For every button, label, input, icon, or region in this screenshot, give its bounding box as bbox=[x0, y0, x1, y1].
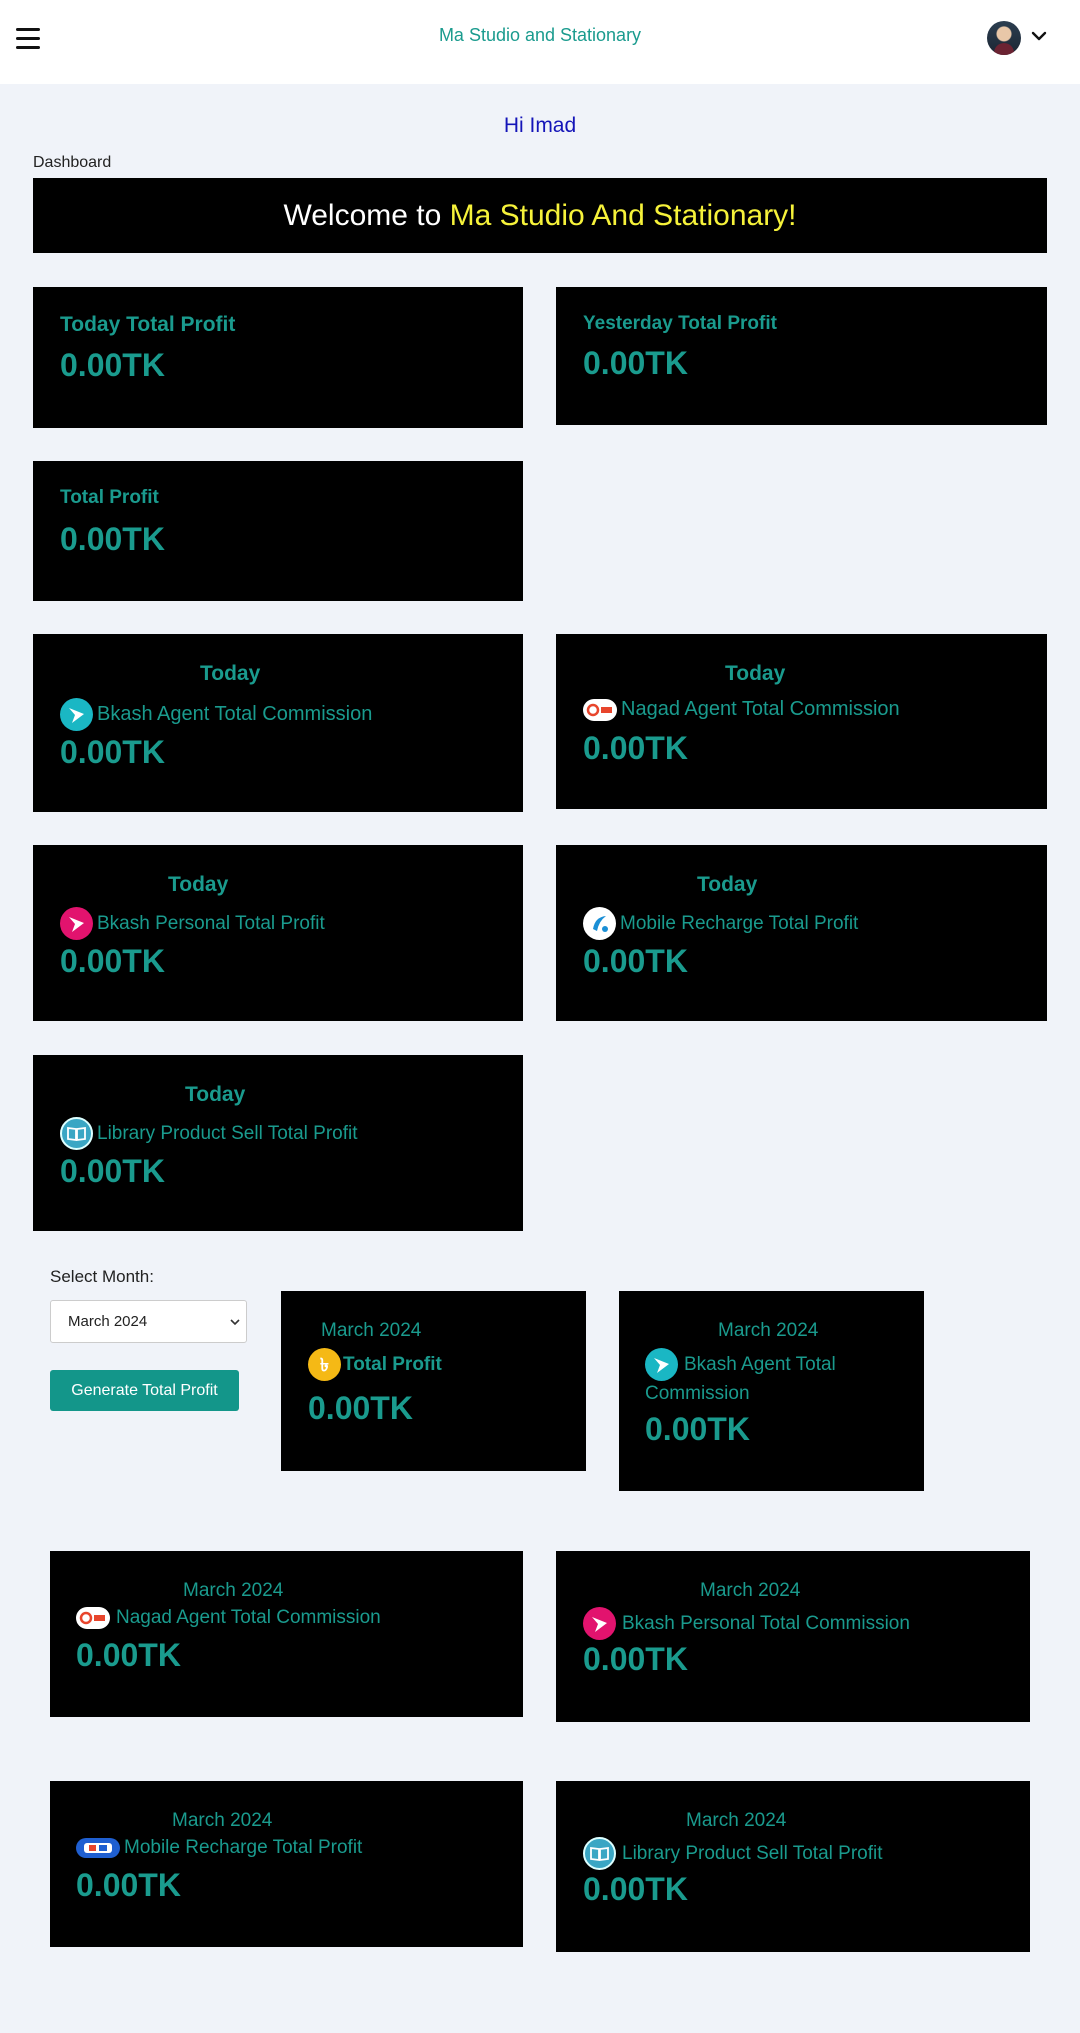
card-period: March 2024 bbox=[718, 1320, 819, 1341]
card-title-line2: Commission bbox=[645, 1383, 750, 1404]
card-value: 0.00TK bbox=[583, 1641, 688, 1677]
today-library-card: Today Library Product Sell Total Profit … bbox=[33, 1055, 523, 1231]
bkash-personal-icon bbox=[60, 907, 93, 940]
card-value: 0.00TK bbox=[583, 1871, 688, 1907]
card-period: March 2024 bbox=[686, 1810, 787, 1831]
today-total-profit-card: Today Total Profit 0.00TK bbox=[33, 287, 523, 428]
today-mobile-recharge-card: Today Mobile Recharge Total Profit 0.00T… bbox=[556, 845, 1047, 1021]
library-book-icon bbox=[583, 1837, 616, 1870]
chevron-down-icon bbox=[230, 1319, 240, 1326]
card-value: 0.00TK bbox=[308, 1390, 413, 1426]
brand-title[interactable]: Ma Studio and Stationary bbox=[0, 25, 1080, 46]
card-title: Nagad Agent Total Commission bbox=[116, 1607, 381, 1628]
user-avatar[interactable] bbox=[987, 21, 1021, 55]
card-value: 0.00TK bbox=[60, 734, 165, 770]
card-period: Today bbox=[168, 873, 229, 896]
card-period: March 2024 bbox=[700, 1580, 801, 1601]
card-period: Today bbox=[200, 662, 261, 685]
card-title: Total Profit bbox=[343, 1353, 442, 1375]
card-period: Today bbox=[697, 873, 758, 896]
month-select[interactable]: March 2024 bbox=[50, 1300, 247, 1343]
chevron-down-icon[interactable] bbox=[1028, 25, 1050, 47]
card-title: Library Product Sell Total Profit bbox=[97, 1122, 358, 1144]
card-title: Mobile Recharge Total Profit bbox=[124, 1837, 363, 1858]
svg-text:৳: ৳ bbox=[320, 1355, 329, 1376]
today-nagad-agent-card: Today Nagad Agent Total Commission 0.00T… bbox=[556, 634, 1047, 809]
welcome-prefix: Welcome to bbox=[283, 199, 450, 232]
card-title: Bkash Personal Total Commission bbox=[622, 1612, 910, 1634]
monthly-total-profit-card: March 2024 ৳ Total Profit 0.00TK bbox=[281, 1291, 586, 1471]
monthly-library-card: March 2024 Library Product Sell Total Pr… bbox=[556, 1781, 1030, 1952]
card-value: 0.00TK bbox=[645, 1411, 750, 1447]
monthly-bkash-agent-card: March 2024 Bkash Agent Total Commission … bbox=[619, 1291, 924, 1491]
card-value: 0.00TK bbox=[60, 1153, 165, 1189]
card-value: 0.00TK bbox=[583, 730, 688, 766]
card-period: March 2024 bbox=[183, 1580, 284, 1601]
card-period: Today bbox=[185, 1083, 246, 1106]
welcome-banner: Welcome to Ma Studio And Stationary! bbox=[33, 178, 1047, 253]
card-title: Today Total Profit bbox=[60, 313, 236, 336]
card-title: Nagad Agent Total Commission bbox=[621, 698, 900, 720]
month-select-value: March 2024 bbox=[68, 1313, 148, 1330]
card-value: 0.00TK bbox=[583, 943, 688, 979]
today-bkash-agent-card: Today Bkash Agent Total Commission 0.00T… bbox=[33, 634, 523, 812]
breadcrumb: Dashboard bbox=[33, 154, 112, 171]
greeting-text: Hi Imad bbox=[503, 114, 577, 137]
nagad-icon bbox=[583, 698, 617, 721]
nagad-icon bbox=[76, 1607, 110, 1629]
taka-coin-icon: ৳ bbox=[308, 1348, 341, 1381]
today-bkash-personal-card: Today Bkash Personal Total Profit 0.00TK bbox=[33, 845, 523, 1021]
card-title: Library Product Sell Total Profit bbox=[622, 1842, 883, 1864]
monthly-mobile-recharge-card: March 2024 Mobile Recharge Total Profit … bbox=[50, 1781, 523, 1947]
card-value: 0.00TK bbox=[76, 1637, 181, 1673]
card-value: 0.00TK bbox=[76, 1867, 181, 1903]
card-title: Mobile Recharge Total Profit bbox=[620, 912, 859, 934]
card-period: March 2024 bbox=[172, 1810, 273, 1831]
card-title: Yesterday Total Profit bbox=[583, 313, 777, 334]
card-value: 0.00TK bbox=[60, 347, 165, 383]
card-value: 0.00TK bbox=[60, 943, 165, 979]
library-book-icon bbox=[60, 1117, 93, 1150]
top-navbar: Ma Studio and Stationary bbox=[0, 0, 1080, 84]
bkash-personal-icon bbox=[583, 1607, 616, 1640]
card-period: March 2024 bbox=[321, 1320, 422, 1341]
monthly-bkash-personal-card: March 2024 Bkash Personal Total Commissi… bbox=[556, 1551, 1030, 1722]
bkash-agent-icon bbox=[60, 698, 93, 731]
total-profit-card: Total Profit 0.00TK bbox=[33, 461, 523, 601]
card-title: Bkash Personal Total Profit bbox=[97, 912, 325, 934]
card-title: Bkash Agent Total Commission bbox=[97, 703, 373, 725]
card-title: Total Profit bbox=[60, 487, 159, 508]
bkash-agent-icon bbox=[645, 1348, 678, 1381]
monthly-nagad-agent-card: March 2024 Nagad Agent Total Commission … bbox=[50, 1551, 523, 1717]
mobile-recharge-icon bbox=[583, 907, 616, 940]
flexiload-icon bbox=[76, 1838, 120, 1858]
card-period: Today bbox=[725, 662, 786, 685]
generate-total-profit-button[interactable]: Generate Total Profit bbox=[50, 1370, 239, 1411]
card-title-line1: Bkash Agent Total bbox=[684, 1353, 836, 1375]
welcome-highlight: Ma Studio And Stationary! bbox=[449, 199, 797, 232]
card-value: 0.00TK bbox=[60, 521, 165, 557]
card-value: 0.00TK bbox=[583, 345, 688, 381]
yesterday-total-profit-card: Yesterday Total Profit 0.00TK bbox=[556, 287, 1047, 425]
select-month-label: Select Month: bbox=[50, 1267, 154, 1286]
